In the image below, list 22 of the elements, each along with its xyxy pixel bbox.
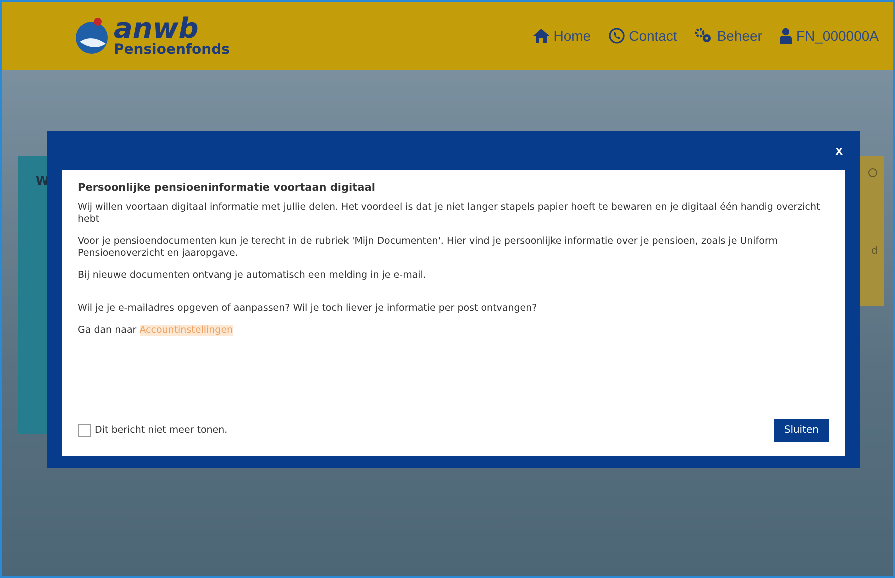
close-button[interactable]: Sluiten [774,419,829,442]
close-button[interactable]: x [834,143,845,158]
logo-wordmark: anwb [114,15,199,43]
card-text: d [872,246,878,257]
dialog-paragraph: Wil je je e-mailadres opgeven of aanpassen? Wil je toch liever je informatie per post ontvangen? [78,303,538,316]
checkbox-label: Dit bericht niet meer tonen. [95,425,228,436]
gears-icon [695,28,714,44]
user-icon [780,28,792,44]
settings-link[interactable]: Accountinstellingen [140,325,234,336]
dialog-paragraph: Wij willen voortaan digitaal informatie met jullie delen. Het voordeel is dat je niet langer stapels papier hoeft te bewaren en je digitaal één handig overzicht hebt [78,202,822,226]
dialog-title: Persoonlijke pensioeninformatie voortaan digitaal [78,182,376,194]
checkbox[interactable] [78,424,91,437]
nav-link[interactable]: FN_000000A [780,28,879,44]
dialog-paragraph: Ga dan naar Accountinstellingen [78,325,234,338]
dialog-paragraph: Voor je pensioendocumenten kun je terecht in de rubriek 'Mijn Documenten'. Hier vind je persoonlijke informatie over je pensioen, zoals je Uniform Pensioenoverzicht en jaaropgave. [78,236,779,260]
home-icon [532,29,550,43]
nav-link[interactable]: Beheer [695,28,762,44]
nav-link[interactable]: Contact [609,28,678,44]
dialog-paragraph: Bij nieuwe documenten ontvang je automatisch een melding in je e-mail. [78,270,428,282]
logo-subtitle: Pensioenfonds [114,43,230,57]
phone-icon [609,28,626,44]
nav-link[interactable]: Home [532,28,592,44]
